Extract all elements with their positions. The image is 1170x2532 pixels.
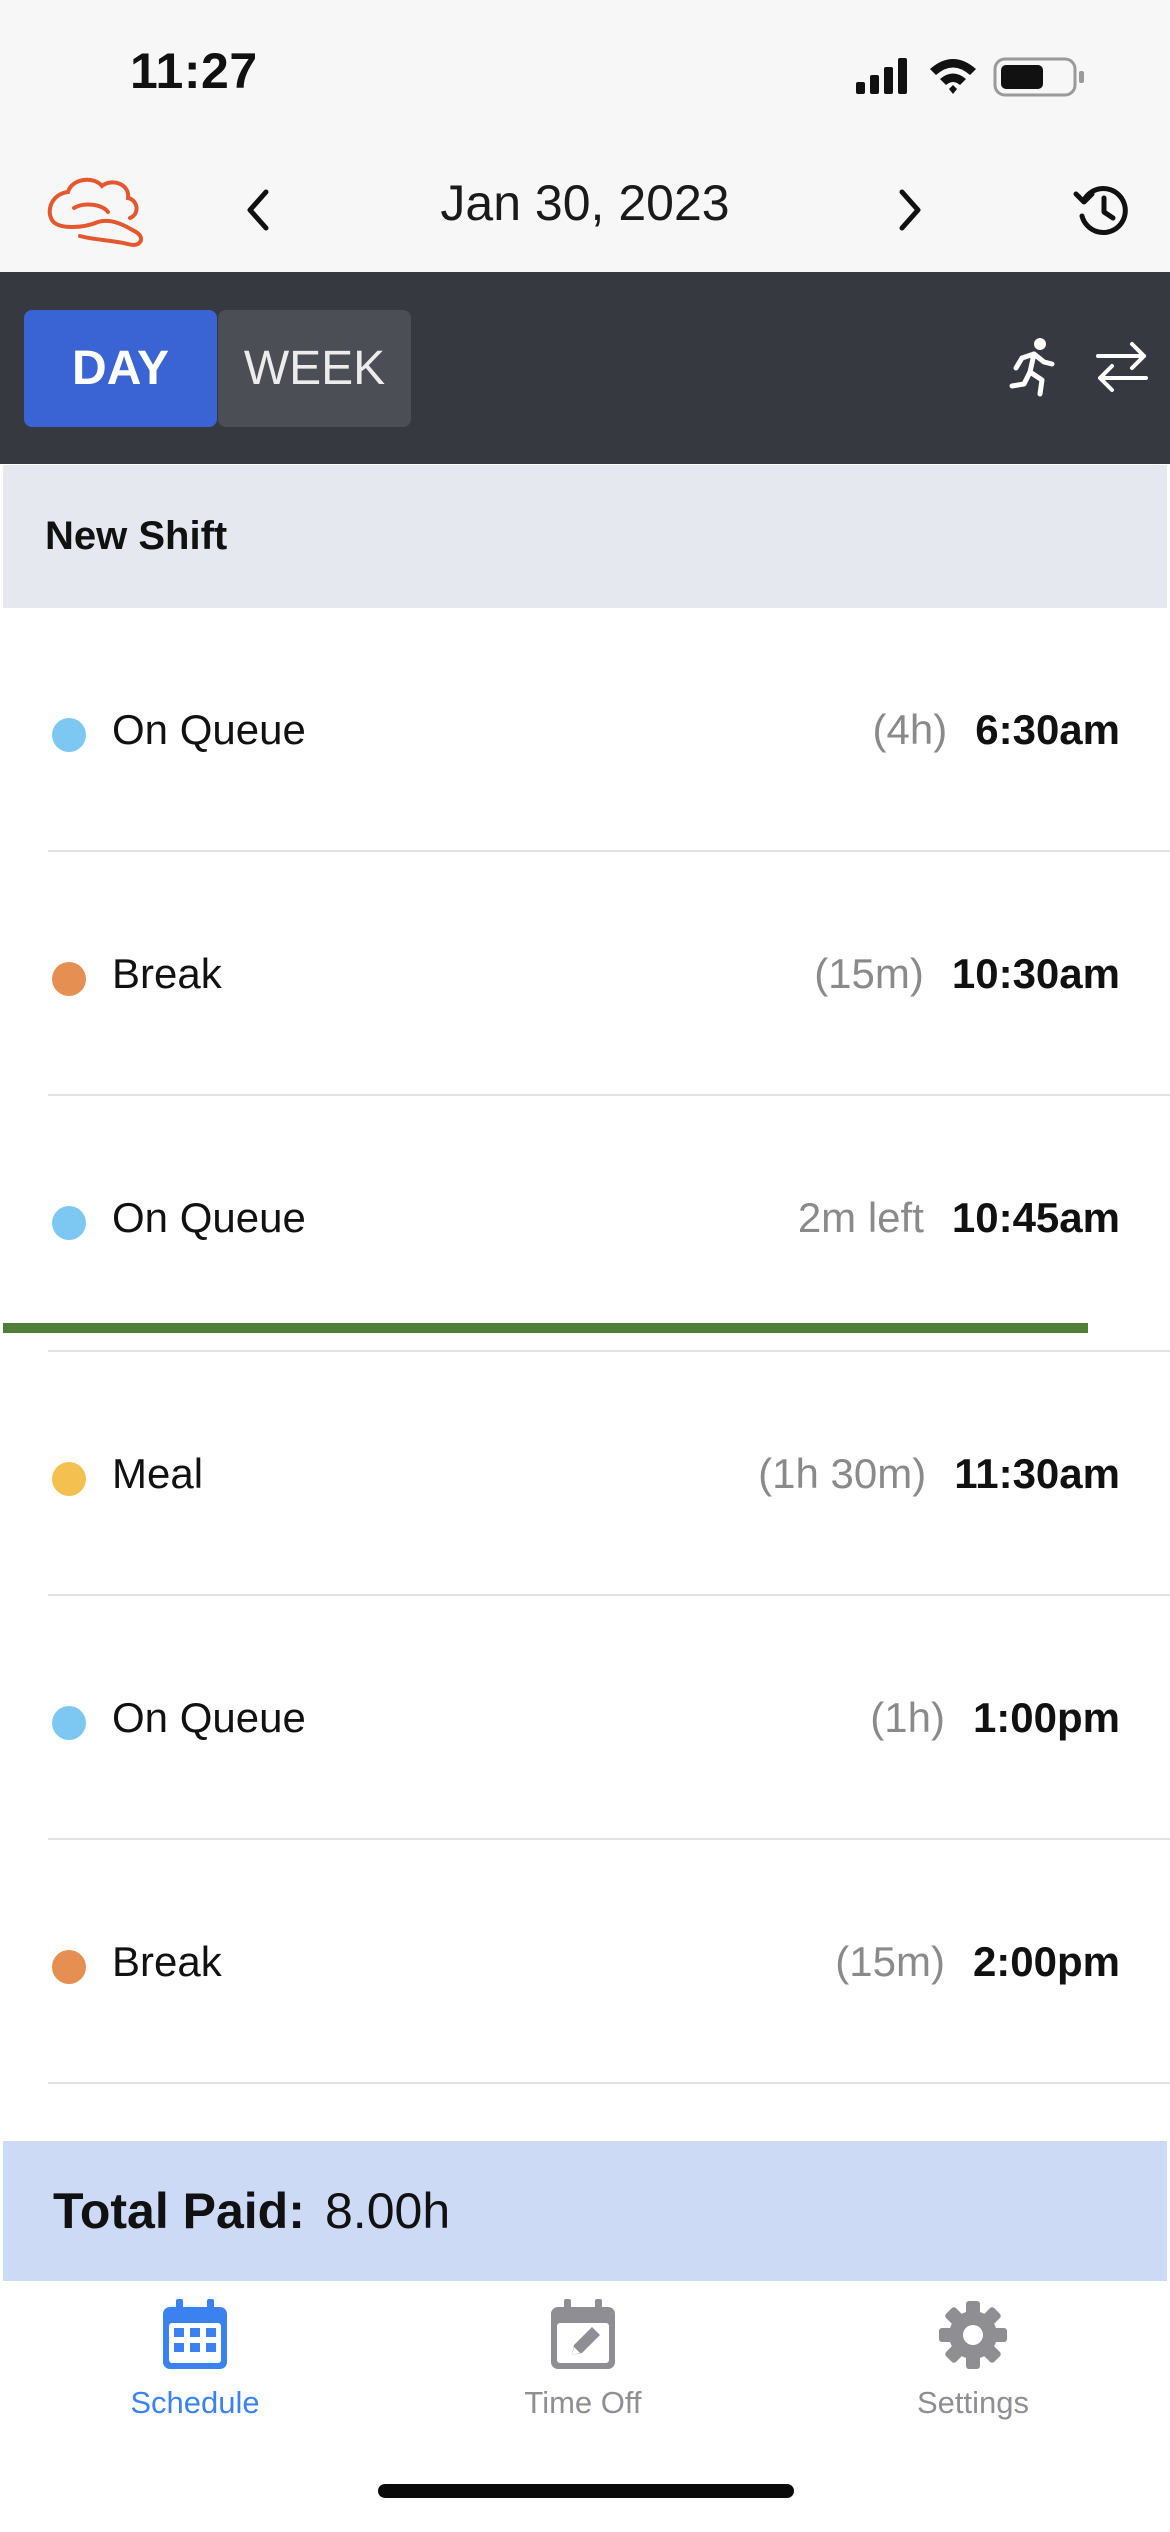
tab-time-off[interactable]: Time Off bbox=[433, 2297, 733, 2447]
activity-color-dot bbox=[52, 718, 86, 752]
selected-date[interactable]: Jan 30, 2023 bbox=[380, 174, 790, 232]
total-paid-label: Total Paid: bbox=[53, 2183, 305, 2239]
tab-schedule[interactable]: Schedule bbox=[45, 2297, 345, 2447]
activity-row[interactable]: Break (15m) 2:00pm bbox=[0, 1840, 1170, 2084]
current-time-progress-line bbox=[3, 1323, 1088, 1333]
app-logo-icon bbox=[47, 177, 144, 247]
wifi-icon bbox=[930, 59, 976, 94]
activity-label: On Queue bbox=[112, 706, 306, 753]
history-icon[interactable] bbox=[1070, 180, 1134, 240]
activity-label: Break bbox=[112, 1938, 222, 1985]
activity-color-dot bbox=[52, 1706, 86, 1740]
activity-color-dot bbox=[52, 962, 86, 996]
calendar-icon bbox=[163, 2299, 227, 2369]
running-person-icon[interactable] bbox=[1000, 334, 1064, 398]
activity-start-time: 10:45am bbox=[951, 1194, 1120, 1241]
cellular-signal-icon bbox=[856, 58, 907, 94]
previous-day-chevron-icon[interactable] bbox=[236, 180, 280, 240]
activity-row-current[interactable]: On Queue 2m left 10:45am bbox=[0, 1096, 1170, 1352]
activity-start-time: 11:30am bbox=[954, 1450, 1120, 1497]
tab-label: Settings bbox=[916, 2385, 1029, 2420]
tab-label: Schedule bbox=[130, 2385, 260, 2420]
date-navigation-bar: Jan 30, 2023 bbox=[0, 150, 1170, 272]
activity-time-remaining: 2m left bbox=[797, 1194, 924, 1241]
row-divider bbox=[48, 2082, 1170, 2084]
tab-settings[interactable]: Settings bbox=[823, 2297, 1123, 2447]
activity-color-dot bbox=[52, 1462, 86, 1496]
activity-duration: (15m) bbox=[835, 1938, 945, 1985]
activity-duration: (15m) bbox=[814, 950, 924, 997]
total-paid-bar: Total Paid: 8.00h bbox=[3, 2141, 1167, 2281]
activity-start-time: 2:00pm bbox=[972, 1938, 1120, 1985]
view-toolbar: DAY WEEK bbox=[0, 272, 1170, 464]
activity-label: Break bbox=[112, 950, 222, 997]
activity-label: On Queue bbox=[112, 1694, 306, 1741]
activity-label: Meal bbox=[112, 1450, 204, 1497]
activity-row[interactable]: Meal (1h 30m) 11:30am bbox=[0, 1352, 1170, 1596]
activity-start-time: 1:00pm bbox=[972, 1694, 1120, 1741]
gear-icon bbox=[939, 2301, 1007, 2369]
status-bar: 11:27 bbox=[0, 0, 1170, 150]
activity-start-time: 6:30am bbox=[975, 706, 1120, 753]
total-paid-value: 8.00h bbox=[325, 2183, 451, 2239]
status-indicators bbox=[856, 57, 1084, 97]
section-title: New Shift bbox=[45, 514, 228, 558]
tab-label: Time Off bbox=[524, 2385, 642, 2420]
home-indicator[interactable] bbox=[378, 2484, 794, 2498]
week-view-button[interactable]: WEEK bbox=[218, 310, 411, 427]
activity-duration: (1h) bbox=[870, 1694, 945, 1741]
day-view-button[interactable]: DAY bbox=[24, 310, 217, 427]
shift-section-header: New Shift bbox=[3, 465, 1167, 608]
activity-color-dot bbox=[52, 1950, 86, 1984]
calendar-edit-icon bbox=[551, 2299, 615, 2369]
activity-label: On Queue bbox=[112, 1194, 306, 1241]
activity-color-dot bbox=[52, 1206, 86, 1240]
activity-row[interactable]: Break (15m) 10:30am bbox=[0, 852, 1170, 1096]
status-time: 11:27 bbox=[130, 43, 258, 99]
battery-icon bbox=[993, 57, 1084, 97]
activity-duration: (4h) bbox=[872, 706, 948, 753]
swap-arrows-icon[interactable] bbox=[1090, 334, 1154, 398]
activity-start-time: 10:30am bbox=[951, 950, 1120, 997]
next-day-chevron-icon[interactable] bbox=[888, 180, 932, 240]
activity-duration: (1h 30m) bbox=[758, 1450, 927, 1497]
activity-row[interactable]: On Queue (1h) 1:00pm bbox=[0, 1596, 1170, 1840]
activity-row[interactable]: On Queue (4h) 6:30am bbox=[0, 608, 1170, 852]
